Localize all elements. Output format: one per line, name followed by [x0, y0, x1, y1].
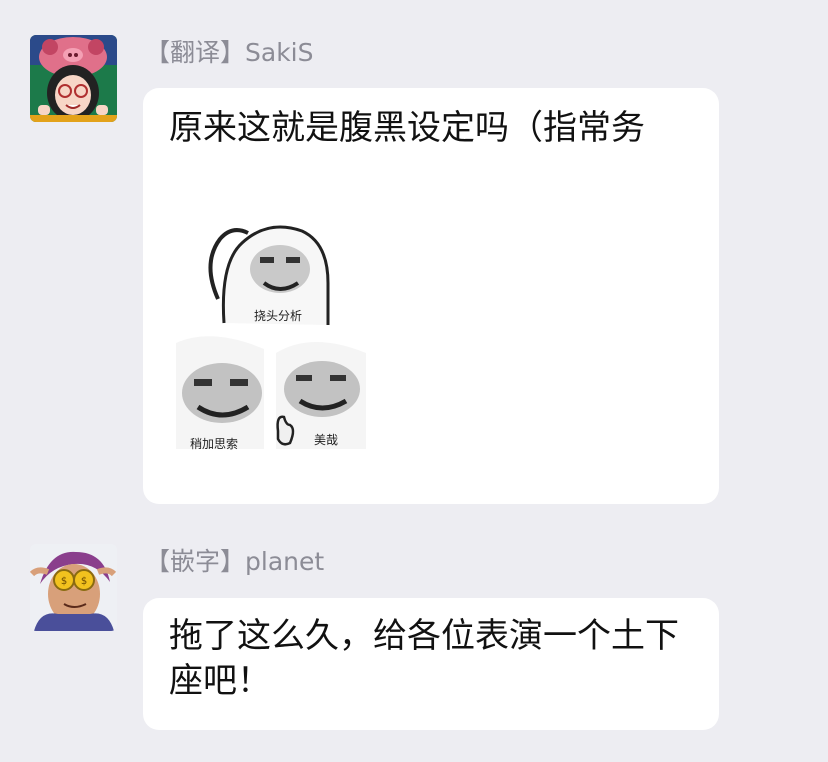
message-text: 原来这就是腹黑设定吗（指常务	[169, 108, 645, 148]
sticker-caption: 美哉	[314, 433, 339, 447]
sender-name: 【翻译】SakiS	[145, 38, 314, 67]
message-text: 拖了这么久，给各位表演一个土下座吧！	[169, 616, 679, 701]
sender-name: 【嵌字】planet	[145, 547, 325, 576]
sticker-caption: 挠头分析	[254, 309, 303, 323]
avatar-planet[interactable]: $ $	[30, 544, 117, 631]
meme-sticker-image	[172, 225, 368, 465]
svg-text:$: $	[81, 576, 87, 587]
avatar-sakis[interactable]	[30, 35, 117, 122]
meme-sticker[interactable]: 挠头分析 稍加思索 美哉	[172, 203, 368, 465]
avatar-planet-image: $ $	[30, 544, 117, 631]
message-bubble[interactable]: 拖了这么久，给各位表演一个土下座吧！	[143, 598, 719, 730]
chat-view: 【翻译】SakiS 原来这就是腹黑设定吗（指常务 挠头分析 稍加思索 美哉 $ …	[0, 0, 828, 762]
svg-text:$: $	[61, 576, 67, 587]
avatar-sakis-image	[30, 35, 117, 122]
sticker-caption: 稍加思索	[190, 437, 239, 451]
message-bubble[interactable]: 原来这就是腹黑设定吗（指常务 挠头分析 稍加思索 美哉	[143, 88, 719, 504]
